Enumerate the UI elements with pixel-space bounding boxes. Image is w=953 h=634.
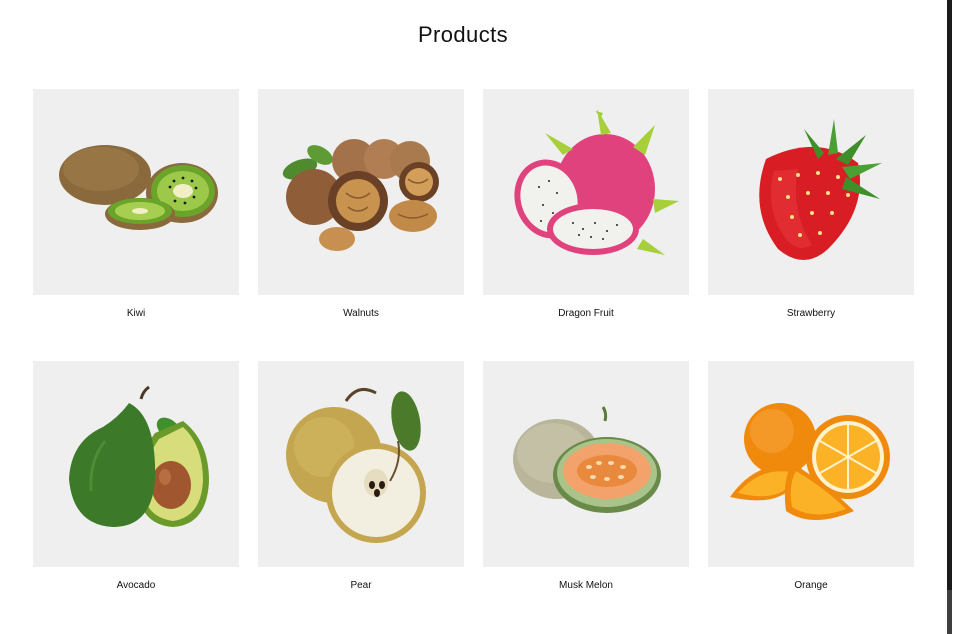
avocado-icon (69, 385, 209, 527)
product-image-orange[interactable] (708, 361, 914, 567)
product-card-kiwi[interactable]: Kiwi (33, 89, 239, 361)
product-name[interactable]: Orange (794, 580, 827, 591)
product-image-avocado[interactable] (33, 361, 239, 567)
product-name[interactable]: Strawberry (787, 308, 835, 319)
product-name[interactable]: Kiwi (127, 308, 145, 319)
strawberry-icon (759, 119, 882, 260)
product-card-strawberry[interactable]: Strawberry (708, 89, 914, 361)
product-card-pear[interactable]: Pear (258, 361, 464, 611)
pear-icon (286, 387, 426, 543)
musk-melon-icon (513, 406, 661, 513)
product-name[interactable]: Avocado (117, 580, 156, 591)
product-card-walnuts[interactable]: Walnuts (258, 89, 464, 361)
product-name[interactable]: Walnuts (343, 308, 379, 319)
walnut-icon (282, 139, 439, 251)
product-image-pear[interactable] (258, 361, 464, 567)
orange-icon (730, 403, 890, 520)
product-name[interactable]: Pear (350, 580, 371, 591)
product-image-strawberry[interactable] (708, 89, 914, 295)
product-card-avocado[interactable]: Avocado (33, 361, 239, 611)
product-name[interactable]: Dragon Fruit (558, 308, 614, 319)
scrollbar-thumb[interactable] (947, 0, 952, 590)
product-name[interactable]: Musk Melon (559, 580, 613, 591)
scrollbar[interactable] (946, 0, 953, 634)
dragon-fruit-icon (514, 109, 679, 255)
product-card-musk-melon[interactable]: Musk Melon (483, 361, 689, 611)
products-page: Products Kiwi Walnuts Dragon Fruit Straw… (0, 0, 946, 634)
product-image-dragon-fruit[interactable] (483, 89, 689, 295)
product-card-dragon-fruit[interactable]: Dragon Fruit (483, 89, 689, 361)
kiwi-icon (59, 145, 218, 230)
product-card-orange[interactable]: Orange (708, 361, 914, 611)
product-image-musk-melon[interactable] (483, 361, 689, 567)
product-image-walnuts[interactable] (258, 89, 464, 295)
product-image-kiwi[interactable] (33, 89, 239, 295)
product-grid: Kiwi Walnuts Dragon Fruit Strawberry Avo… (33, 89, 915, 611)
scrollbar-track-lower[interactable] (947, 590, 952, 634)
page-title: Products (417, 22, 509, 47)
